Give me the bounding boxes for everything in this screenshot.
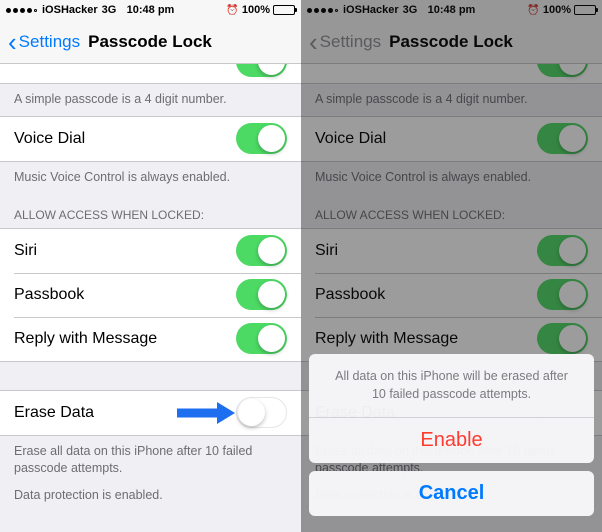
settings-content: A simple passcode is a 4 digit number. V… <box>0 64 301 532</box>
battery-percent: 100% <box>242 4 270 16</box>
passbook-toggle[interactable] <box>236 279 287 310</box>
battery-icon <box>273 5 295 15</box>
arrow-annotation-icon <box>175 400 237 426</box>
siri-toggle[interactable] <box>236 235 287 266</box>
alarm-icon: ⏰ <box>226 5 238 16</box>
voice-dial-label: Voice Dial <box>14 130 85 148</box>
simple-passcode-row-peek <box>0 64 301 84</box>
simple-passcode-note: A simple passcode is a 4 digit number. <box>0 84 301 116</box>
nav-bar: ‹ Settings Passcode Lock <box>0 20 301 64</box>
screen-right: iOSHacker 3G 10:48 pm ⏰ 100% ‹ Settings … <box>301 0 602 532</box>
reply-toggle[interactable] <box>236 323 287 354</box>
voice-note: Music Voice Control is always enabled. <box>0 162 301 194</box>
passbook-label: Passbook <box>14 286 84 304</box>
voice-dial-toggle[interactable] <box>236 123 287 154</box>
signal-dots-icon <box>6 8 37 13</box>
carrier-label: iOSHacker <box>42 4 98 16</box>
erase-data-toggle[interactable] <box>236 397 287 428</box>
network-label: 3G <box>102 4 117 16</box>
enable-button[interactable]: Enable <box>309 418 594 463</box>
siri-label: Siri <box>14 242 37 260</box>
reply-label: Reply with Message <box>14 330 157 348</box>
action-sheet-message: All data on this iPhone will be erased a… <box>309 354 594 418</box>
action-sheet: All data on this iPhone will be erased a… <box>309 354 594 524</box>
status-bar: iOSHacker 3G 10:48 pm ⏰ 100% <box>0 0 301 20</box>
cancel-button[interactable]: Cancel <box>309 471 594 516</box>
protection-note: Data protection is enabled. <box>0 485 301 512</box>
siri-row: Siri <box>0 229 301 273</box>
back-label: Settings <box>19 32 80 52</box>
page-title: Passcode Lock <box>88 32 212 52</box>
passbook-row: Passbook <box>0 273 301 317</box>
screen-left: iOSHacker 3G 10:48 pm ⏰ 100% ‹ Settings … <box>0 0 301 532</box>
allow-access-header: ALLOW ACCESS WHEN LOCKED: <box>0 194 301 228</box>
erase-note: Erase all data on this iPhone after 10 f… <box>0 436 301 485</box>
clock-label: 10:48 pm <box>127 4 175 16</box>
simple-passcode-toggle[interactable] <box>236 64 287 77</box>
voice-dial-row: Voice Dial <box>0 117 301 161</box>
erase-data-label: Erase Data <box>14 404 94 422</box>
erase-data-row: Erase Data <box>0 391 301 435</box>
reply-row: Reply with Message <box>0 317 301 361</box>
back-button[interactable]: ‹ Settings <box>8 29 80 55</box>
chevron-left-icon: ‹ <box>8 29 17 55</box>
